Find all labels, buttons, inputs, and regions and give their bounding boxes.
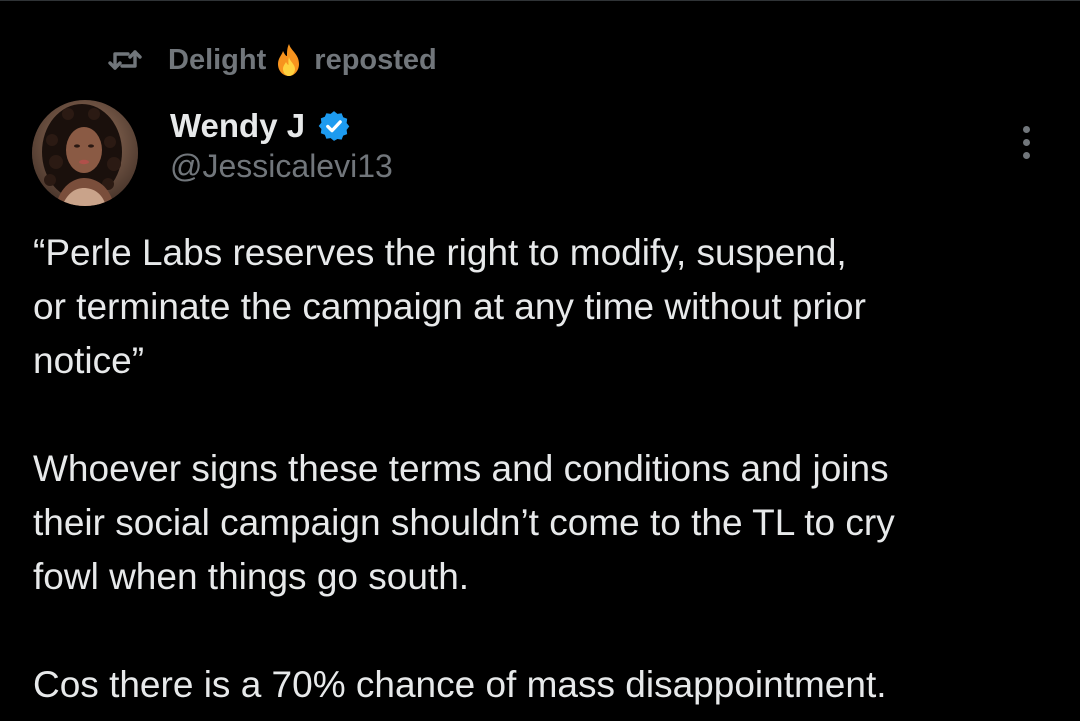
more-options-icon[interactable]	[1006, 118, 1046, 166]
avatar[interactable]	[32, 100, 138, 206]
fire-emoji	[274, 43, 304, 77]
repost-user-name[interactable]: Delight	[168, 44, 266, 77]
top-divider	[0, 0, 1080, 1]
tweet-text: “Perle Labs reserves the right to modify…	[33, 226, 1063, 712]
author-name[interactable]: Wendy J	[170, 107, 305, 145]
tweet-paragraph: Cos there is a 70% chance of mass disapp…	[33, 664, 887, 705]
verified-badge-icon	[317, 109, 351, 143]
tweet-paragraph: “Perle Labs reserves the right to modify…	[33, 232, 866, 381]
repost-context: Delight reposted	[108, 40, 437, 80]
repost-icon	[108, 45, 144, 75]
author-name-row[interactable]: Wendy J	[170, 104, 351, 148]
repost-label: reposted	[314, 43, 437, 76]
author-handle[interactable]: @Jessicalevi13	[170, 148, 393, 185]
tweet-paragraph: Whoever signs these terms and conditions…	[33, 448, 895, 597]
